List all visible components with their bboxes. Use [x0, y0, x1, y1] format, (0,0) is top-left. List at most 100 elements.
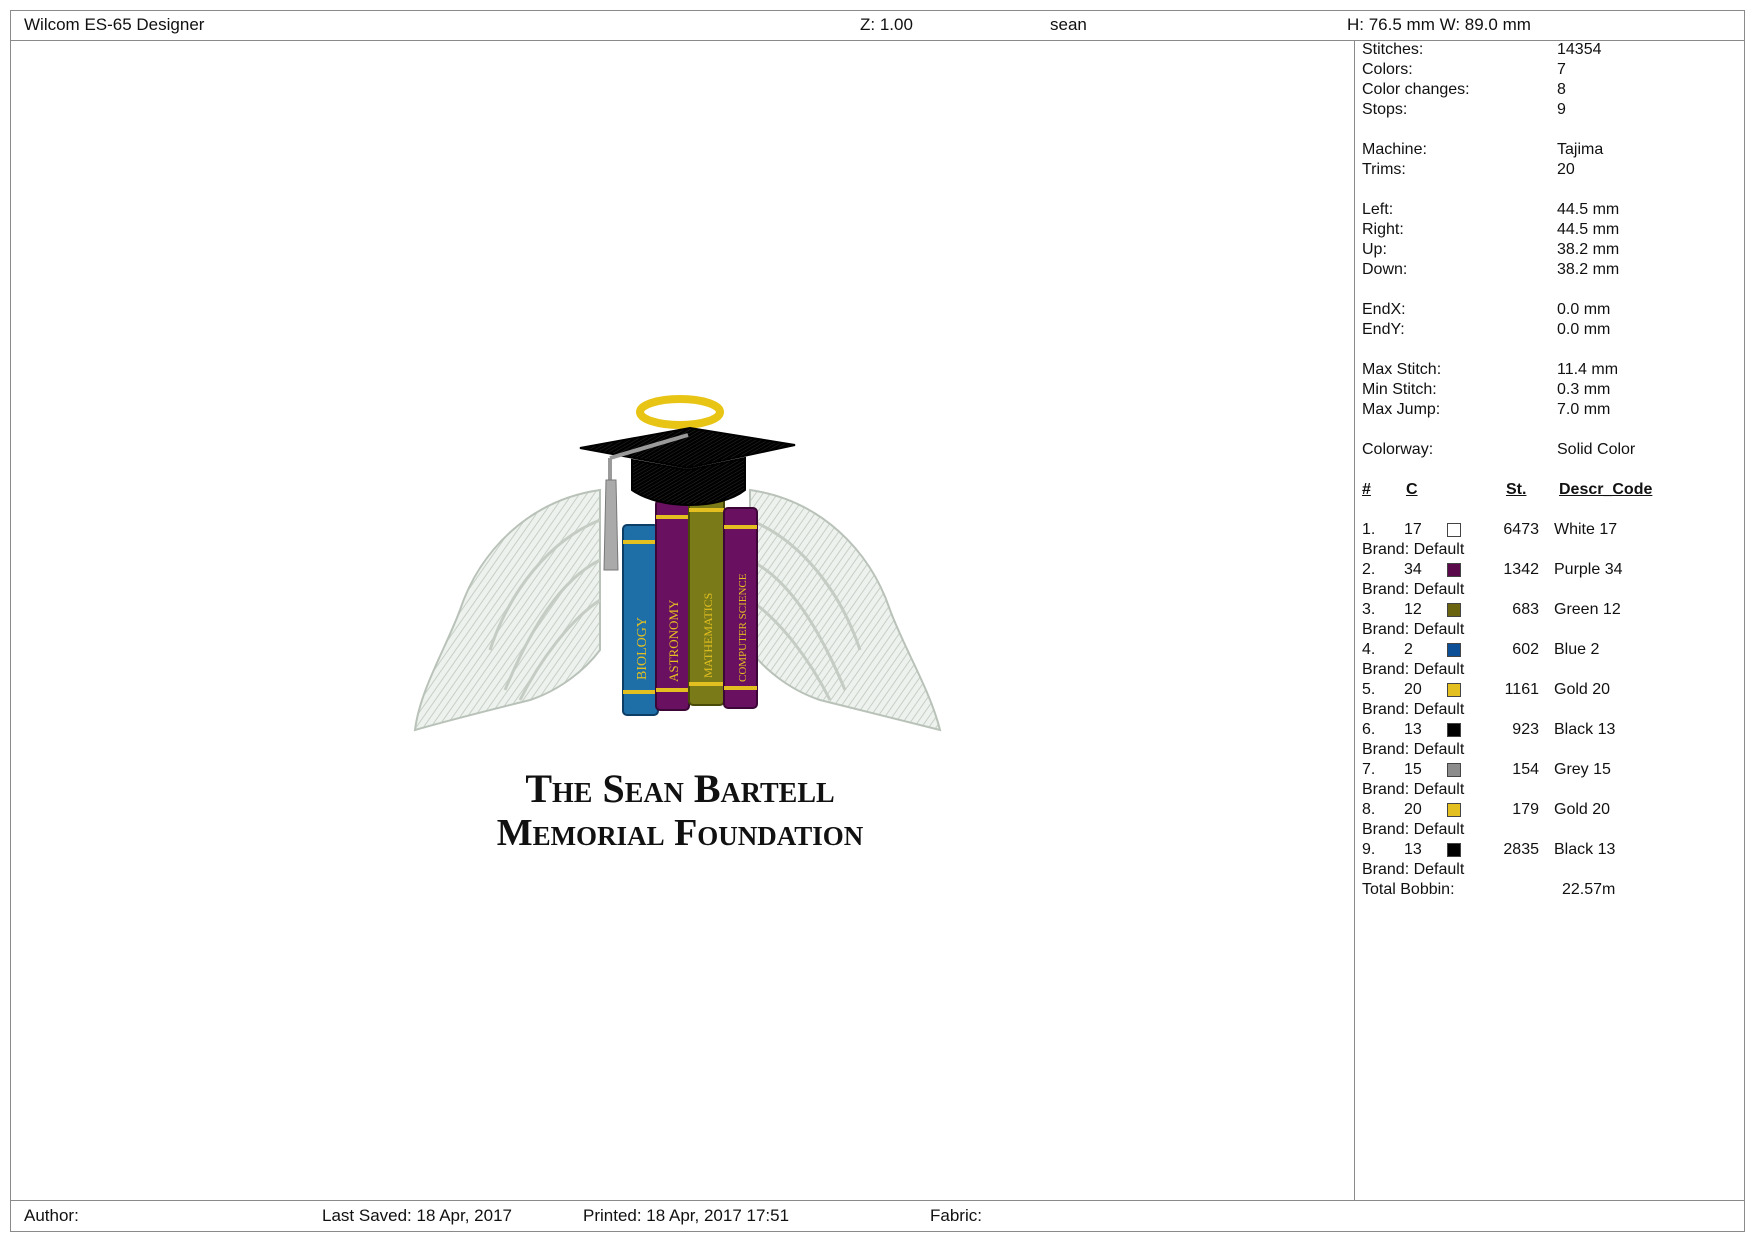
embroidery-design: BIOLOGY ASTRONOMY MATHEMATICS COMPUTER S… [413, 395, 942, 854]
color-row-stitches: 1161 [1504, 681, 1539, 698]
book-computer-science-label: COMPUTER SCIENCE [737, 573, 749, 682]
color-row: 9. 13 2835 Black 13 Brand: Default [1354, 840, 1742, 880]
stat-label-stitches: Stitches: [1362, 41, 1424, 58]
stat-value-max-jump: 7.0 mm [1557, 401, 1611, 418]
color-row-descr: Black 13 [1554, 721, 1616, 738]
color-row-num: 3. [1362, 601, 1376, 618]
color-row-descr: Gold 20 [1554, 801, 1611, 818]
color-row: 5. 20 1161 Gold 20 Brand: Default [1354, 680, 1742, 720]
color-row-stitches: 6473 [1503, 521, 1539, 538]
book-astronomy-label: ASTRONOMY [666, 599, 681, 682]
color-row-descr: Purple 34 [1554, 561, 1623, 578]
color-row-code: 13 [1404, 721, 1422, 738]
color-swatch-gold [1447, 803, 1461, 817]
foundation-name-line2: Memorial Foundation [497, 812, 864, 850]
color-row-brand: Brand: Default [1362, 621, 1465, 638]
book-biology: BIOLOGY [622, 524, 659, 716]
stat-label-endx: EndX: [1362, 301, 1406, 318]
stat-value-endy: 0.0 mm [1557, 321, 1611, 338]
stat-value-stitches: 14354 [1557, 41, 1602, 58]
stat-label-up: Up: [1362, 241, 1387, 258]
table-header-color: C [1406, 481, 1418, 498]
footer-fabric: Fabric: [930, 1206, 982, 1225]
color-row: 6. 13 923 Black 13 Brand: Default [1354, 720, 1742, 760]
color-row-brand: Brand: Default [1362, 861, 1465, 878]
color-row-brand: Brand: Default [1362, 541, 1465, 558]
stat-value-right: 44.5 mm [1557, 221, 1620, 238]
book-biology-label: BIOLOGY [635, 617, 650, 680]
stat-label-machine: Machine: [1362, 141, 1427, 158]
foundation-name-line1: The Sean Bartell [525, 766, 834, 811]
color-row-code: 2 [1404, 641, 1413, 658]
stat-label-colorway: Colorway: [1362, 441, 1434, 458]
color-row-stitches: 2835 [1503, 841, 1539, 858]
color-swatch-black [1447, 843, 1461, 857]
color-row-code: 20 [1404, 681, 1422, 698]
color-row-code: 13 [1404, 841, 1422, 858]
color-row-num: 4. [1362, 641, 1376, 658]
color-row-descr: White 17 [1554, 521, 1618, 538]
left-wing [413, 488, 601, 732]
color-row-stitches: 602 [1512, 641, 1539, 658]
color-swatch-purple [1447, 563, 1461, 577]
stat-label-left: Left: [1362, 201, 1394, 218]
design-size: H: 76.5 mm W: 89.0 mm [1347, 15, 1531, 34]
color-row-brand: Brand: Default [1362, 661, 1465, 678]
total-bobbin-label: Total Bobbin: [1362, 881, 1455, 898]
stat-value-left: 44.5 mm [1557, 201, 1620, 218]
color-row-code: 34 [1404, 561, 1422, 578]
stat-value-endx: 0.0 mm [1557, 301, 1611, 318]
color-row-num: 7. [1362, 761, 1376, 778]
color-row-num: 1. [1362, 521, 1376, 538]
color-row-brand: Brand: Default [1362, 701, 1465, 718]
color-row-num: 9. [1362, 841, 1376, 858]
app-title: Wilcom ES-65 Designer [24, 15, 205, 34]
color-swatch-white [1447, 523, 1461, 537]
design-canvas: BIOLOGY ASTRONOMY MATHEMATICS COMPUTER S… [410, 390, 950, 854]
stat-value-min-stitch: 0.3 mm [1557, 381, 1611, 398]
design-name: sean [1050, 15, 1087, 34]
table-header-stitches: St. [1506, 481, 1527, 498]
stat-label-stops: Stops: [1362, 101, 1408, 118]
stat-value-stops: 9 [1557, 101, 1566, 118]
stat-value-colorway: Solid Color [1557, 441, 1636, 458]
right-wing [749, 488, 942, 732]
book-mathematics: MATHEMATICS [688, 489, 725, 706]
footer-divider [10, 1200, 1745, 1201]
book-mathematics-label: MATHEMATICS [701, 593, 715, 678]
zoom-level: Z: 1.00 [860, 15, 913, 34]
footer-printed: Printed: 18 Apr, 2017 17:51 [583, 1206, 790, 1225]
stat-label-color-changes: Color changes: [1362, 81, 1470, 98]
stat-label-down: Down: [1362, 261, 1408, 278]
color-row-brand: Brand: Default [1362, 581, 1465, 598]
color-swatch-blue [1447, 643, 1461, 657]
color-row-stitches: 154 [1512, 761, 1539, 778]
stat-value-up: 38.2 mm [1557, 241, 1620, 258]
stat-label-max-jump: Max Jump: [1362, 401, 1441, 418]
color-row: 8. 20 179 Gold 20 Brand: Default [1354, 800, 1742, 840]
stat-label-colors: Colors: [1362, 61, 1413, 78]
color-swatch-grey [1447, 763, 1461, 777]
color-swatch-green [1447, 603, 1461, 617]
color-row-stitches: 1342 [1503, 561, 1539, 578]
color-row-descr: Gold 20 [1554, 681, 1611, 698]
color-swatch-gold [1447, 683, 1461, 697]
color-row: 7. 15 154 Grey 15 Brand: Default [1354, 760, 1742, 800]
color-row-code: 20 [1404, 801, 1422, 818]
color-row-num: 5. [1362, 681, 1376, 698]
color-row-brand: Brand: Default [1362, 821, 1465, 838]
color-row: 2. 34 1342 Purple 34 Brand: Default [1354, 560, 1742, 600]
stat-label-endy: EndY: [1362, 321, 1405, 338]
stat-value-trims: 20 [1557, 161, 1575, 178]
color-row-code: 12 [1404, 601, 1422, 618]
stat-label-trims: Trims: [1362, 161, 1406, 178]
color-row-descr: Grey 15 [1554, 761, 1611, 778]
stat-value-colors: 7 [1557, 61, 1566, 78]
color-row-descr: Blue 2 [1554, 641, 1600, 658]
color-row-code: 15 [1404, 761, 1422, 778]
footer-last-saved: Last Saved: 18 Apr, 2017 [322, 1206, 512, 1225]
stat-value-color-changes: 8 [1557, 81, 1566, 98]
color-row-stitches: 923 [1512, 721, 1539, 738]
stat-label-right: Right: [1362, 221, 1404, 238]
halo-shape [636, 395, 724, 429]
